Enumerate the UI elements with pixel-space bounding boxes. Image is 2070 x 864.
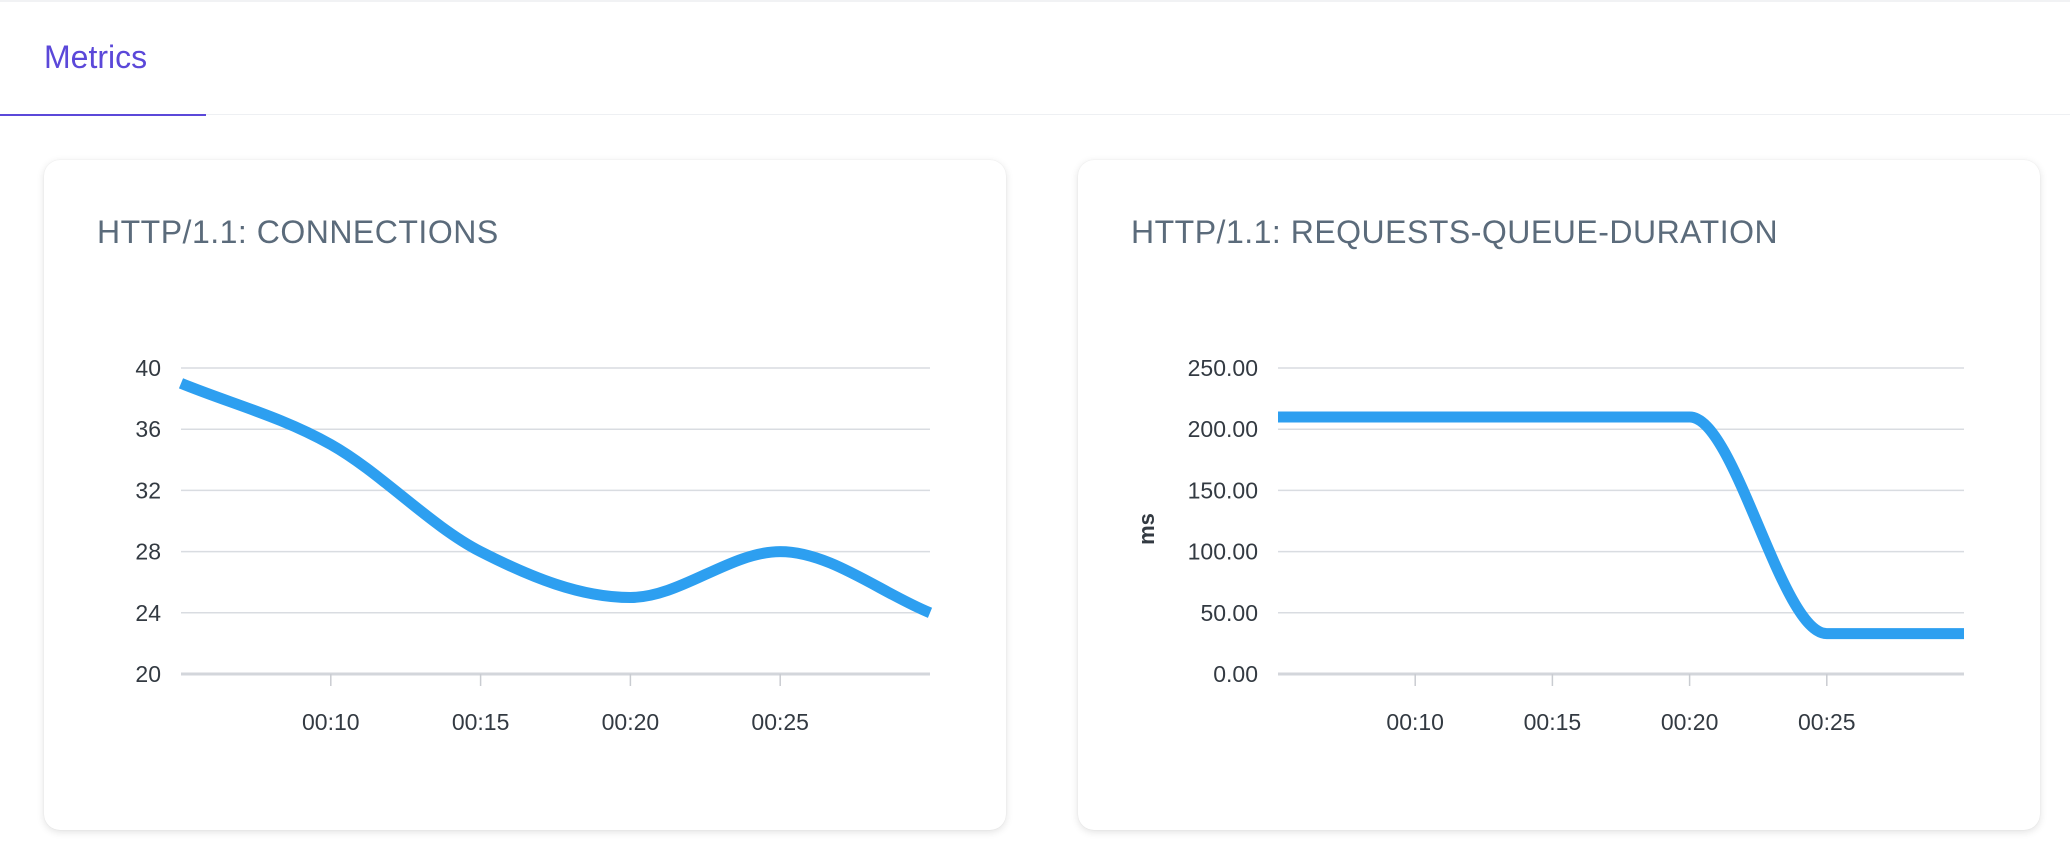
x-tick-label: 00:10 (302, 709, 360, 735)
tab-bar: Metrics (0, 0, 2070, 116)
y-tick-label: 24 (135, 600, 161, 626)
y-tick-label: 36 (135, 416, 161, 442)
x-tick-label: 00:15 (452, 709, 510, 735)
y-tick-label: 28 (135, 539, 161, 565)
x-tick-label: 00:25 (751, 709, 809, 735)
y-tick-label: 40 (135, 355, 161, 381)
y-tick-label: 0.00 (1213, 661, 1258, 687)
tab-metrics-label: Metrics (44, 39, 148, 75)
chart-card-queue-duration: HTTP/1.1: REQUESTS-QUEUE-DURATION 250.00… (1078, 160, 2040, 830)
series-line (178, 378, 933, 618)
y-tick-label: 150.00 (1188, 477, 1258, 503)
grid (181, 367, 930, 676)
y-tick-label: 250.00 (1188, 355, 1258, 381)
y-tick-label: 32 (135, 477, 161, 503)
chart-queue-duration: 250.00 200.00 150.00 100.00 50.00 0.00 00:10 00… (1134, 355, 1964, 735)
series-line (1278, 411, 1964, 640)
x-tick-label: 00:20 (602, 709, 660, 735)
x-tick-label: 00:10 (1386, 709, 1444, 735)
chart-card-connections: HTTP/1.1: CONNECTIONS 40 36 32 28 24 20 00:10 0… (44, 160, 1006, 830)
y-tick-label: 20 (135, 661, 161, 687)
y-axis-label: ms (1134, 513, 1159, 545)
x-tick-label: 00:20 (1661, 709, 1719, 735)
x-tick-label: 00:15 (1524, 709, 1582, 735)
x-tick-label: 00:25 (1798, 709, 1856, 735)
chart-connections: 40 36 32 28 24 20 00:10 00:15 00:20 00:25 (135, 355, 933, 735)
y-tick-label: 200.00 (1188, 416, 1258, 442)
tab-metrics[interactable]: Metrics (0, 2, 206, 116)
y-tick-label: 50.00 (1200, 600, 1258, 626)
y-tick-label: 100.00 (1188, 539, 1258, 565)
